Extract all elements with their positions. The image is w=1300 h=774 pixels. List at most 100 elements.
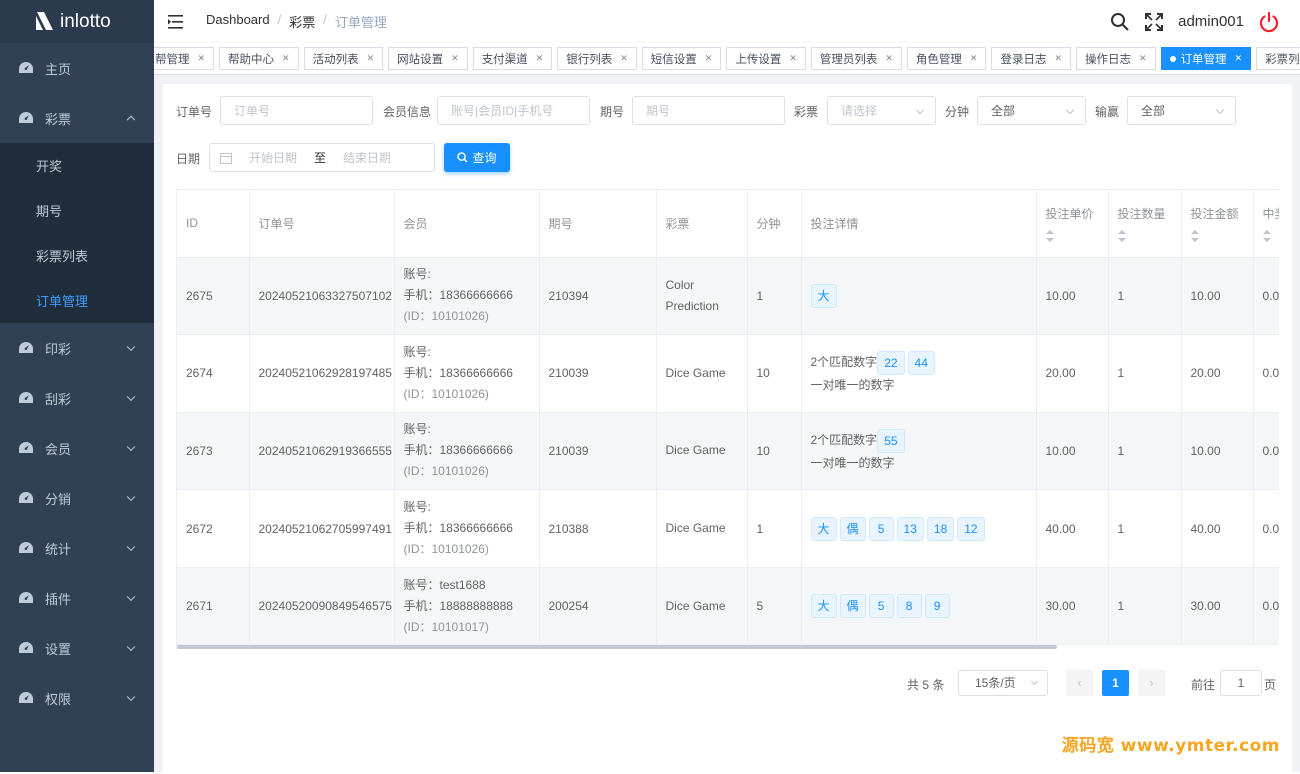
tag-10[interactable]: 登录日志 ✕ [991, 47, 1072, 70]
date-range-picker[interactable]: 开始日期 至 结束日期 [209, 143, 435, 172]
tag-5[interactable]: 银行列表 ✕ [557, 47, 637, 70]
lottery-submenu: 开奖 期号 彩票列表 订单管理 [0, 143, 154, 323]
cell-bet-detail: 大 [801, 257, 1037, 336]
member-id: (ID：10101026) [403, 309, 489, 324]
tag-label: 订单管理 [1180, 53, 1227, 66]
close-icon[interactable]: ✕ [1235, 53, 1243, 64]
close-icon[interactable]: ✕ [282, 53, 290, 64]
bet-tag: 44 [907, 351, 935, 376]
close-icon[interactable]: ✕ [620, 53, 628, 64]
menu-group-1[interactable]: 刮彩 [0, 373, 154, 423]
page-button-1[interactable]: 1 [1102, 670, 1129, 696]
table-row[interactable]: 2673 20240521062919366555 账号: 手机：1836666666… [177, 412, 1279, 491]
bet-detail-text2: 一对唯一的数字 [810, 378, 895, 393]
menu-group-0[interactable]: 印彩 [0, 323, 154, 373]
tag-12[interactable]: 订单管理 ✕ [1160, 47, 1252, 70]
tag-3[interactable]: 网站设置 ✕ [388, 47, 468, 70]
menu-group-3[interactable]: 分销 [0, 473, 154, 523]
column-header-label: 会员 [403, 216, 428, 231]
breadcrumb-lottery[interactable]: 彩票 [289, 12, 315, 31]
cell-amount: 30.00 [1181, 567, 1254, 646]
cell-quantity: 1 [1108, 489, 1182, 568]
order-no-input[interactable]: 订单号 [220, 96, 373, 125]
tag-4[interactable]: 支付渠道 ✕ [472, 47, 553, 70]
tag-label: 活动列表 [312, 53, 359, 66]
close-icon[interactable]: ✕ [536, 53, 544, 64]
tag-9[interactable]: 角色管理 ✕ [906, 47, 987, 70]
close-icon[interactable]: ✕ [198, 53, 206, 64]
member-input[interactable]: 账号|会员ID|手机号 [437, 96, 590, 125]
menu-group-4[interactable]: 统计 [0, 523, 154, 573]
tag-11[interactable]: 操作日志 ✕ [1076, 47, 1156, 70]
query-button[interactable]: 查询 [444, 143, 510, 172]
sidebar: inlotto 主页 彩票 开奖 期号 彩票列表 订单管理 印彩 刮彩 会员 分销 统计… [0, 0, 154, 772]
tag-label: 银行列表 [566, 53, 613, 66]
close-icon[interactable]: ✕ [885, 53, 893, 64]
next-page-button[interactable]: › [1138, 670, 1165, 696]
menu-lottery[interactable]: 彩票 [0, 93, 154, 143]
submenu-issue[interactable]: 期号 [0, 188, 154, 233]
tag-1[interactable]: 帮助中心 ✕ [219, 47, 299, 70]
dashboard-icon [18, 441, 33, 456]
breadcrumb-dashboard[interactable]: Dashboard [206, 12, 270, 31]
fullscreen-icon[interactable] [1144, 12, 1164, 32]
table-row[interactable]: 2671 20240520090849546575 账号：test1688 手机：18… [177, 567, 1279, 646]
horizontal-scrollbar[interactable] [177, 645, 1057, 649]
menu-group-7[interactable]: 权限 [0, 673, 154, 723]
sort-icon[interactable] [1045, 229, 1108, 242]
menu-fold-icon[interactable] [168, 14, 186, 29]
submenu-draw[interactable]: 开奖 [0, 143, 154, 188]
member-phone: 手机：18366666666 [403, 443, 513, 458]
close-icon[interactable]: ✕ [1139, 53, 1147, 64]
cell-issue: 210388 [539, 489, 657, 568]
submenu-order-management[interactable]: 订单管理 [0, 278, 154, 323]
goto-page-input[interactable]: 1 [1220, 670, 1262, 696]
date-start[interactable]: 开始日期 [249, 149, 297, 166]
search-icon[interactable] [1110, 12, 1130, 32]
member-account: 账号: [403, 267, 431, 282]
menu-group-5[interactable]: 插件 [0, 573, 154, 623]
bet-tag: 18 [926, 516, 955, 541]
column-header-label: 投注详情 [810, 216, 859, 231]
tag-7[interactable]: 上传设置 ✕ [726, 47, 806, 70]
tag-2[interactable]: 活动列表 ✕ [303, 47, 384, 70]
menu-home[interactable]: 主页 [0, 43, 154, 93]
date-end[interactable]: 结束日期 [343, 149, 391, 166]
close-icon[interactable]: ✕ [789, 53, 797, 64]
page-size-select[interactable]: 15条/页 [958, 670, 1048, 696]
username[interactable]: admin001 [1178, 13, 1244, 30]
prev-page-button[interactable]: ‹ [1066, 670, 1093, 696]
table-row[interactable]: 2672 20240521062705997491 账号: 手机：1836666666… [177, 489, 1279, 568]
sort-icon[interactable] [1117, 229, 1181, 242]
sort-icon[interactable] [1262, 229, 1280, 242]
menu-group-label: 设置 [45, 641, 72, 657]
tag-8[interactable]: 管理员列表 ✕ [810, 47, 902, 70]
lottery-select[interactable]: 请选择 [827, 96, 936, 125]
column-header[interactable]: 投注单价 [1036, 190, 1109, 258]
column-header[interactable]: 中奖 [1253, 190, 1280, 258]
column-header: 会员 [394, 190, 540, 258]
close-icon[interactable]: ✕ [1054, 53, 1062, 64]
menu-group-2[interactable]: 会员 [0, 423, 154, 473]
minute-select[interactable]: 全部 [977, 96, 1086, 125]
tag-6[interactable]: 短信设置 ✕ [641, 47, 722, 70]
app-logo[interactable]: inlotto [0, 0, 154, 43]
dashboard-icon [18, 541, 33, 556]
submenu-lottery-list[interactable]: 彩票列表 [0, 233, 154, 278]
table-row[interactable]: 2675 20240521063327507102 账号: 手机：1836666666… [177, 257, 1279, 336]
tag-13[interactable]: 彩票列表✕ [1256, 47, 1300, 70]
close-icon[interactable]: ✕ [705, 53, 713, 64]
close-icon[interactable]: ✕ [451, 53, 459, 64]
dashboard-icon [18, 591, 33, 606]
sort-icon[interactable] [1190, 229, 1253, 242]
power-icon[interactable] [1258, 11, 1280, 33]
menu-group-6[interactable]: 设置 [0, 623, 154, 673]
table-row[interactable]: 2674 20240521062928197485 账号: 手机：1836666666… [177, 334, 1279, 413]
tag-0[interactable]: 帮管理 ✕ [154, 47, 215, 70]
close-icon[interactable]: ✕ [367, 53, 375, 64]
column-header[interactable]: 投注金额 [1181, 190, 1254, 258]
result-select[interactable]: 全部 [1127, 96, 1236, 125]
issue-input[interactable]: 期号 [632, 96, 785, 125]
column-header[interactable]: 投注数量 [1108, 190, 1182, 258]
close-icon[interactable]: ✕ [970, 53, 978, 64]
